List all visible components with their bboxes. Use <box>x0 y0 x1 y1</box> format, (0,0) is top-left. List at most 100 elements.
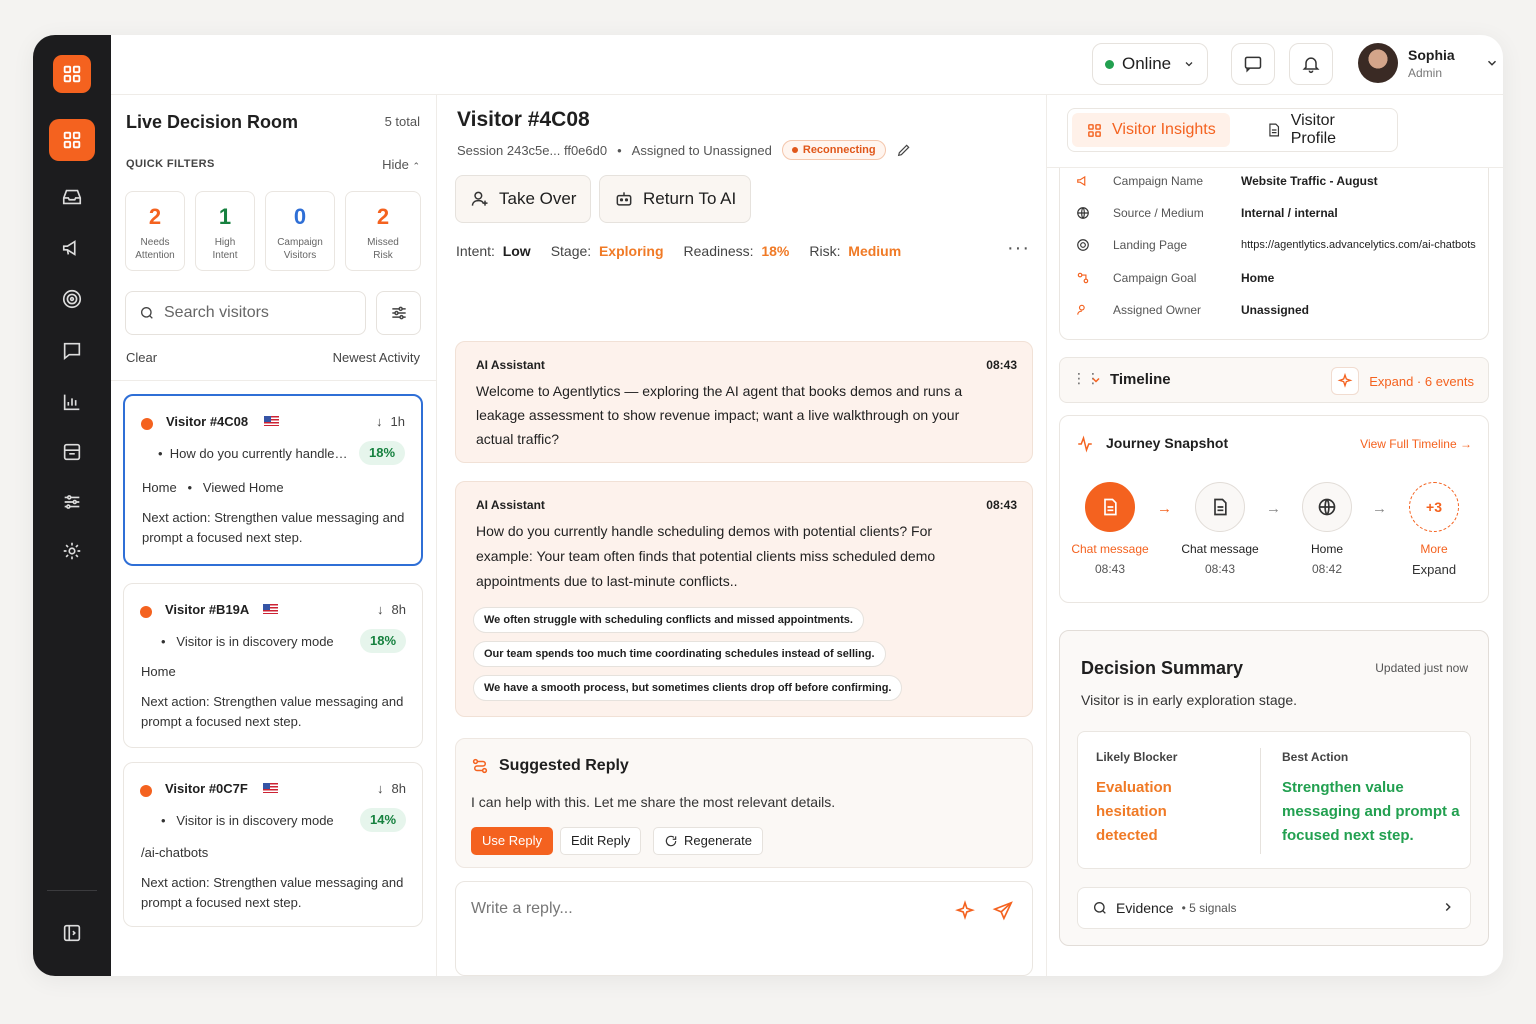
take-over-button[interactable]: Take Over <box>455 175 592 223</box>
messages-button[interactable] <box>1231 43 1275 85</box>
decision-details: Likely Blocker Evaluation hesitation det… <box>1077 731 1471 869</box>
last-message: • Visitor is in discovery mode <box>161 634 334 649</box>
nav-campaigns-icon[interactable] <box>49 227 95 269</box>
journey-node[interactable]: Chat message 08:43 <box>1060 482 1160 576</box>
expand-timeline[interactable]: Expand · 6 events <box>1331 367 1474 395</box>
message-text: How do you currently handle scheduling d… <box>476 523 936 589</box>
nav-sliders-icon[interactable] <box>49 481 95 523</box>
view-full-timeline-link[interactable]: View Full Timeline → <box>1360 437 1472 451</box>
conversation-panel: Visitor #4C08 Session 243c5e... ff0e6d0 … <box>437 95 1047 976</box>
stat-number: 1 <box>218 204 232 229</box>
target-icon <box>1077 239 1089 251</box>
next-action: Next action: Strengthen value messaging … <box>142 510 405 545</box>
filter-needs-attention[interactable]: 2 Needs Attention <box>125 191 185 271</box>
evidence-row[interactable]: Evidence • 5 signals <box>1077 887 1471 929</box>
info-key: Campaign Goal <box>1113 271 1197 285</box>
notifications-button[interactable] <box>1289 43 1333 85</box>
us-flag-icon <box>264 416 279 426</box>
filter-campaign-visitors[interactable]: 0 Campaign Visitors <box>265 191 335 271</box>
regenerate-button[interactable]: Regenerate <box>653 827 763 855</box>
message-text: Visitor is in discovery mode <box>176 634 334 649</box>
arrow-down-icon: ↓ <box>377 602 384 617</box>
message-sender: AI Assistant <box>476 498 545 512</box>
quick-reply-chip[interactable]: We often struggle with scheduling confli… <box>473 607 864 633</box>
best-action: Best Action Strengthen value messaging a… <box>1282 750 1462 848</box>
hide-filters-toggle[interactable]: Hide ⌃ <box>382 157 420 172</box>
intent-metric: Intent: Low <box>456 243 531 259</box>
journey-node[interactable]: Chat message 08:43 <box>1170 482 1270 576</box>
reply-input[interactable]: Write a reply... <box>455 881 1033 976</box>
nav-archive-icon[interactable] <box>49 431 95 473</box>
info-value[interactable]: https://agentlytics.advancelytics.com/ai… <box>1241 239 1476 251</box>
user-menu[interactable]: Sophia Admin <box>1358 43 1499 83</box>
intent-value: Low <box>502 243 531 259</box>
journey-node[interactable]: Home 08:42 <box>1277 482 1377 576</box>
more-badge: +3 <box>1409 482 1459 532</box>
sparkle-icon[interactable] <box>954 900 976 922</box>
chevron-down-icon <box>1487 60 1496 66</box>
node-label: Chat message <box>1071 542 1149 556</box>
quick-reply-chip[interactable]: We have a smooth process, but sometimes … <box>473 675 903 701</box>
nav-chat-icon[interactable] <box>49 330 95 372</box>
status-dropdown[interactable]: Online <box>1092 43 1208 85</box>
tab-visitor-profile[interactable]: Visitor Profile <box>1252 112 1397 147</box>
quick-filters-label: QUICK FILTERS <box>126 158 215 170</box>
timeline-header[interactable]: ⋮⋮ Timeline Expand · 6 events <box>1059 357 1489 403</box>
node-time: Expand <box>1411 562 1457 577</box>
nav-target-icon[interactable] <box>49 278 95 320</box>
visitor-card[interactable]: Visitor #4C08 ↓ 1h • How do you currently… <box>123 394 423 566</box>
status-dot-icon <box>140 606 152 618</box>
visitor-card[interactable]: Visitor #B19A ↓ 8h • Visitor is in discov… <box>123 583 423 748</box>
visitor-card[interactable]: Visitor #0C7F ↓ 8h • Visitor is in discov… <box>123 762 423 927</box>
page-event: Viewed Home <box>202 480 284 495</box>
message-time: 08:43 <box>986 358 1017 372</box>
updated-time: Updated just now <box>1375 661 1468 675</box>
nav-dashboard-icon[interactable] <box>49 119 95 161</box>
visitor-metrics: Intent: Low Stage: Exploring Readiness: … <box>456 243 901 259</box>
return-to-ai-button[interactable]: Return To AI <box>599 175 752 223</box>
node-time: 08:43 <box>1204 562 1236 576</box>
quick-reply-chip[interactable]: Our team spends too much time coordinati… <box>473 641 886 667</box>
document-icon <box>1195 482 1245 532</box>
filter-high-intent[interactable]: 1 High Intent <box>195 191 255 271</box>
arrow-down-icon: ↓ <box>377 781 384 796</box>
edit-reply-button[interactable]: Edit Reply <box>560 827 642 855</box>
filter-missed-risk[interactable]: 2 Missed Risk <box>345 191 421 271</box>
sort-dropdown[interactable]: Newest Activity <box>333 350 420 365</box>
timeline-title: Timeline <box>1110 371 1171 388</box>
send-icon[interactable] <box>992 900 1014 922</box>
message-time: 08:43 <box>986 498 1017 512</box>
document-icon <box>1269 123 1280 137</box>
message-text: How do you currently handle… <box>169 446 348 461</box>
return-ai-label: Return To AI <box>643 189 737 208</box>
search-input[interactable]: Search visitors <box>125 291 366 335</box>
readiness-metric: Readiness: 18% <box>684 243 790 259</box>
page-name: Home <box>141 664 176 679</box>
visitor-count: 5 total <box>384 114 420 129</box>
tab-visitor-insights[interactable]: Visitor Insights <box>1072 113 1230 147</box>
app-logo-icon[interactable] <box>53 55 91 93</box>
suggested-reply-title: Suggested Reply <box>471 757 629 775</box>
stat-label: Missed Risk <box>367 237 399 261</box>
regenerate-label: Regenerate <box>684 833 752 848</box>
nav-settings-icon[interactable] <box>49 530 95 572</box>
divider <box>1260 748 1261 854</box>
info-key: Landing Page <box>1113 238 1188 252</box>
clear-filters-link[interactable]: Clear <box>126 350 157 365</box>
expand-label: Expand · 6 events <box>1369 373 1474 389</box>
stat-label: Campaign Visitors <box>277 237 323 261</box>
next-action: Next action: Strengthen value messaging … <box>141 694 404 729</box>
tab-label: Visitor Profile <box>1290 112 1337 147</box>
collapse-sidebar-icon[interactable] <box>49 912 95 954</box>
action-label: Best Action <box>1282 750 1349 764</box>
journey-snapshot-card: Journey Snapshot View Full Timeline → Ch… <box>1059 415 1489 603</box>
filter-settings-button[interactable] <box>376 291 421 335</box>
search-icon <box>1094 902 1106 914</box>
nav-analytics-icon[interactable] <box>49 381 95 423</box>
pencil-icon[interactable] <box>896 142 912 158</box>
nav-inbox-icon[interactable] <box>49 176 95 218</box>
journey-node-more[interactable]: +3 More Expand <box>1384 482 1484 577</box>
use-reply-button[interactable]: Use Reply <box>471 827 553 855</box>
more-options-icon[interactable]: ··· <box>1007 237 1030 260</box>
readiness-value: 18% <box>761 243 790 259</box>
